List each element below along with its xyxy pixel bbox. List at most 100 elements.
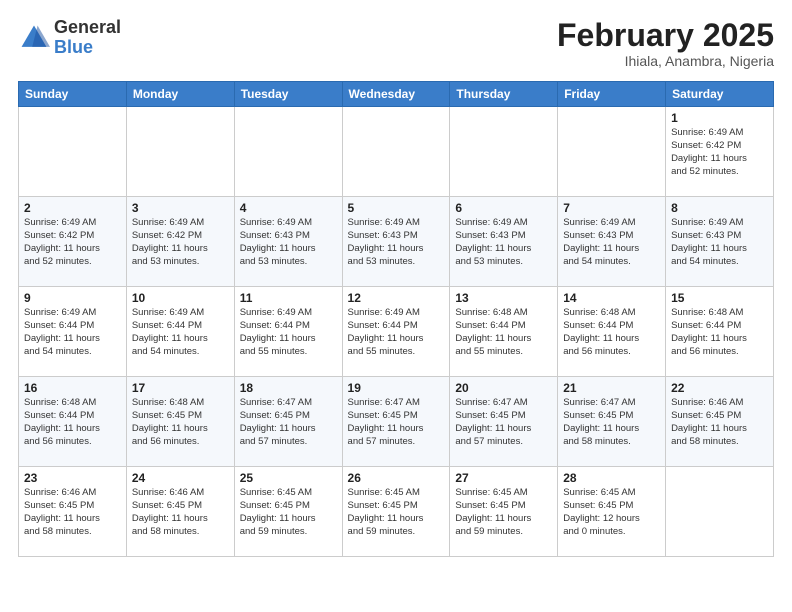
day-number: 3 [132,201,229,215]
day-number: 10 [132,291,229,305]
weekday-header-row: SundayMondayTuesdayWednesdayThursdayFrid… [19,82,774,107]
day-number: 17 [132,381,229,395]
page-header: General Blue February 2025 Ihiala, Anamb… [18,18,774,69]
day-cell: 22 Sunrise: 6:46 AM Sunset: 6:45 PM Dayli… [666,377,774,467]
weekday-header-wednesday: Wednesday [342,82,450,107]
weekday-header-saturday: Saturday [666,82,774,107]
logo-blue: Blue [54,37,93,57]
location: Ihiala, Anambra, Nigeria [557,53,774,69]
day-cell: 4 Sunrise: 6:49 AM Sunset: 6:43 PM Daylig… [234,197,342,287]
day-number: 11 [240,291,337,305]
weekday-header-sunday: Sunday [19,82,127,107]
day-cell: 23Sunrise: 6:46 AM Sunset: 6:45 PM Dayli… [19,467,127,557]
day-number: 14 [563,291,660,305]
day-cell: 1 Sunrise: 6:49 AM Sunset: 6:42 PM Daylig… [666,107,774,197]
day-number: 15 [671,291,768,305]
day-cell: 21 Sunrise: 6:47 AM Sunset: 6:45 PM Dayli… [558,377,666,467]
day-cell [19,107,127,197]
day-cell: 3 Sunrise: 6:49 AM Sunset: 6:42 PM Daylig… [126,197,234,287]
day-info: Sunrise: 6:47 AM Sunset: 6:45 PM Dayligh… [240,397,337,448]
day-number: 19 [348,381,445,395]
day-cell: 24 Sunrise: 6:46 AM Sunset: 6:45 PM Dayli… [126,467,234,557]
day-cell: 18 Sunrise: 6:47 AM Sunset: 6:45 PM Dayli… [234,377,342,467]
day-cell: 19 Sunrise: 6:47 AM Sunset: 6:45 PM Dayli… [342,377,450,467]
day-cell [558,107,666,197]
day-info: Sunrise: 6:46 AM Sunset: 6:45 PM Dayligh… [671,397,768,448]
day-cell [666,467,774,557]
week-row-1: 1 Sunrise: 6:49 AM Sunset: 6:42 PM Daylig… [19,107,774,197]
logo: General Blue [18,18,121,58]
weekday-header-friday: Friday [558,82,666,107]
day-number: 4 [240,201,337,215]
day-cell: 16Sunrise: 6:48 AM Sunset: 6:44 PM Dayli… [19,377,127,467]
day-info: Sunrise: 6:49 AM Sunset: 6:44 PM Dayligh… [132,307,229,358]
day-info: Sunrise: 6:49 AM Sunset: 6:44 PM Dayligh… [24,307,121,358]
weekday-header-monday: Monday [126,82,234,107]
day-info: Sunrise: 6:49 AM Sunset: 6:43 PM Dayligh… [240,217,337,268]
day-info: Sunrise: 6:49 AM Sunset: 6:43 PM Dayligh… [563,217,660,268]
day-number: 28 [563,471,660,485]
day-info: Sunrise: 6:45 AM Sunset: 6:45 PM Dayligh… [563,487,660,538]
day-info: Sunrise: 6:48 AM Sunset: 6:44 PM Dayligh… [455,307,552,358]
day-info: Sunrise: 6:48 AM Sunset: 6:44 PM Dayligh… [24,397,121,448]
day-info: Sunrise: 6:48 AM Sunset: 6:44 PM Dayligh… [671,307,768,358]
day-number: 5 [348,201,445,215]
day-number: 12 [348,291,445,305]
day-cell: 9 Sunrise: 6:49 AM Sunset: 6:44 PM Daylig… [19,287,127,377]
day-cell: 2Sunrise: 6:49 AM Sunset: 6:42 PM Daylig… [19,197,127,287]
day-info: Sunrise: 6:49 AM Sunset: 6:44 PM Dayligh… [348,307,445,358]
day-cell [450,107,558,197]
day-info: Sunrise: 6:49 AM Sunset: 6:42 PM Dayligh… [132,217,229,268]
day-number: 2 [24,201,121,215]
title-block: February 2025 Ihiala, Anambra, Nigeria [557,18,774,69]
day-cell: 5 Sunrise: 6:49 AM Sunset: 6:43 PM Daylig… [342,197,450,287]
day-info: Sunrise: 6:45 AM Sunset: 6:45 PM Dayligh… [348,487,445,538]
day-cell: 25 Sunrise: 6:45 AM Sunset: 6:45 PM Dayli… [234,467,342,557]
day-cell: 8Sunrise: 6:49 AM Sunset: 6:43 PM Daylig… [666,197,774,287]
day-number: 1 [671,111,768,125]
week-row-5: 23Sunrise: 6:46 AM Sunset: 6:45 PM Dayli… [19,467,774,557]
day-number: 26 [348,471,445,485]
day-number: 22 [671,381,768,395]
day-number: 7 [563,201,660,215]
day-info: Sunrise: 6:47 AM Sunset: 6:45 PM Dayligh… [563,397,660,448]
day-number: 8 [671,201,768,215]
day-cell: 10 Sunrise: 6:49 AM Sunset: 6:44 PM Dayli… [126,287,234,377]
day-info: Sunrise: 6:47 AM Sunset: 6:45 PM Dayligh… [455,397,552,448]
day-info: Sunrise: 6:49 AM Sunset: 6:42 PM Dayligh… [671,127,768,178]
day-info: Sunrise: 6:46 AM Sunset: 6:45 PM Dayligh… [24,487,121,538]
day-cell: 20 Sunrise: 6:47 AM Sunset: 6:45 PM Dayli… [450,377,558,467]
day-info: Sunrise: 6:48 AM Sunset: 6:44 PM Dayligh… [563,307,660,358]
week-row-2: 2 Sunrise: 6:49 AM Sunset: 6:42 PM Daylig… [19,197,774,287]
weekday-header-thursday: Thursday [450,82,558,107]
day-number: 21 [563,381,660,395]
day-number: 27 [455,471,552,485]
month-title: February 2025 [557,18,774,53]
day-info: Sunrise: 6:47 AM Sunset: 6:45 PM Dayligh… [348,397,445,448]
logo-text: General Blue [54,18,121,58]
day-info: Sunrise: 6:45 AM Sunset: 6:45 PM Dayligh… [240,487,337,538]
day-number: 13 [455,291,552,305]
day-cell: 13 Sunrise: 6:48 AM Sunset: 6:44 PM Dayli… [450,287,558,377]
day-cell: 14 Sunrise: 6:48 AM Sunset: 6:44 PM Dayli… [558,287,666,377]
day-number: 20 [455,381,552,395]
day-cell: 12 Sunrise: 6:49 AM Sunset: 6:44 PM Dayli… [342,287,450,377]
day-cell: 26 Sunrise: 6:45 AM Sunset: 6:45 PM Dayli… [342,467,450,557]
day-cell: 7 Sunrise: 6:49 AM Sunset: 6:43 PM Daylig… [558,197,666,287]
day-cell: 6Sunrise: 6:49 AM Sunset: 6:43 PM Daylig… [450,197,558,287]
day-cell [234,107,342,197]
day-number: 24 [132,471,229,485]
day-number: 25 [240,471,337,485]
week-row-3: 9 Sunrise: 6:49 AM Sunset: 6:44 PM Daylig… [19,287,774,377]
week-row-4: 16Sunrise: 6:48 AM Sunset: 6:44 PM Dayli… [19,377,774,467]
day-info: Sunrise: 6:46 AM Sunset: 6:45 PM Dayligh… [132,487,229,538]
day-info: Sunrise: 6:49 AM Sunset: 6:44 PM Dayligh… [240,307,337,358]
day-info: Sunrise: 6:49 AM Sunset: 6:43 PM Dayligh… [348,217,445,268]
day-cell [342,107,450,197]
day-cell: 17Sunrise: 6:48 AM Sunset: 6:45 PM Dayli… [126,377,234,467]
calendar: SundayMondayTuesdayWednesdayThursdayFrid… [18,81,774,557]
logo-general: General [54,17,121,37]
day-number: 9 [24,291,121,305]
day-info: Sunrise: 6:45 AM Sunset: 6:45 PM Dayligh… [455,487,552,538]
day-number: 18 [240,381,337,395]
